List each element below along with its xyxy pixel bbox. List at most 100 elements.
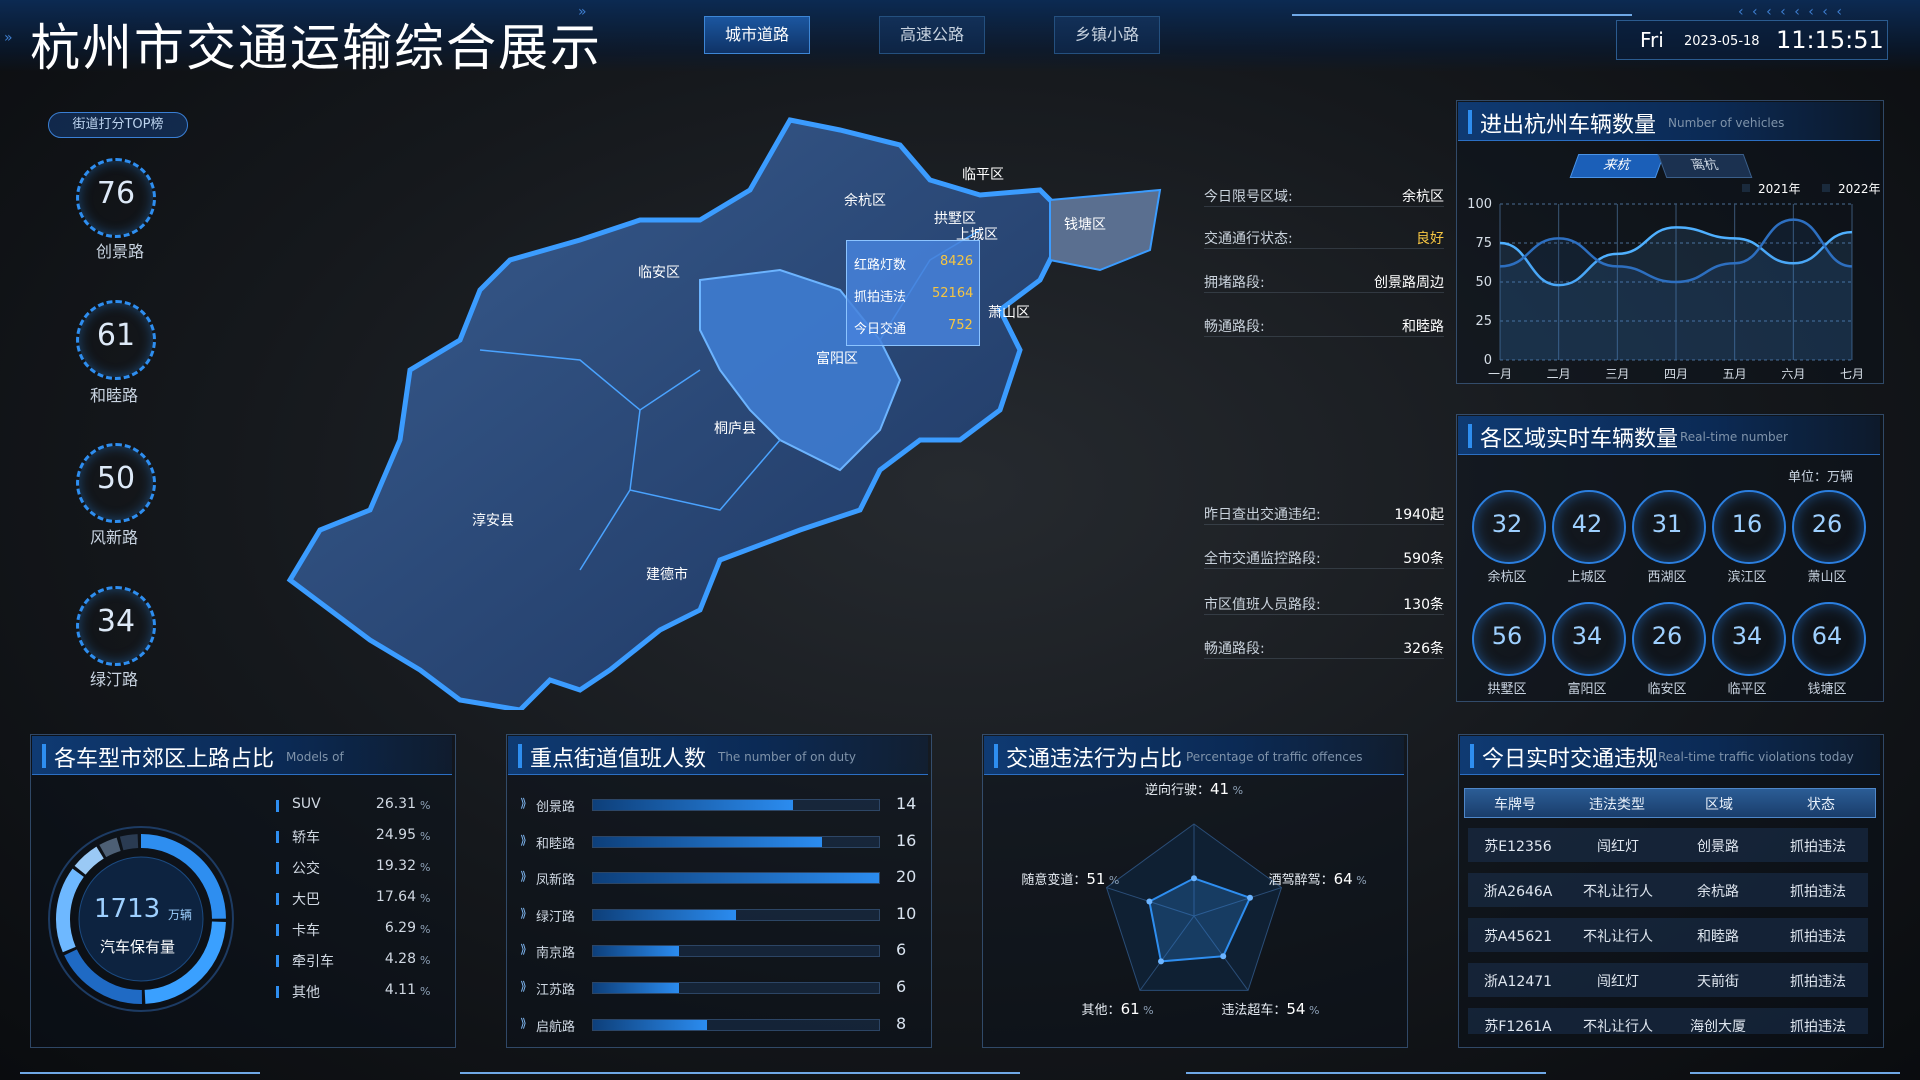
vehicle-type-unit: % <box>420 923 431 936</box>
column-header[interactable]: 车牌号 <box>1465 794 1565 814</box>
status-label: 市区值班人员路段: <box>1204 597 1321 613</box>
status-label: 拥堵路段: <box>1204 275 1265 291</box>
donut-slice <box>56 868 84 953</box>
map-label: 临平区 <box>962 167 1004 183</box>
y-tick-label: 0 <box>1484 353 1492 368</box>
duty-fill <box>593 873 879 884</box>
panel-header: 今日实时交通违规 Real-time traffic violations to… <box>1460 736 1880 775</box>
region-count: 31 <box>1651 510 1683 538</box>
region-name: 上城区 <box>1567 570 1607 585</box>
duty-count: 8 <box>896 1013 907 1033</box>
region-name: 富阳区 <box>1567 682 1607 697</box>
column-header[interactable]: 违法类型 <box>1567 794 1667 814</box>
chevron-right-icon: » <box>4 30 15 46</box>
radar-point <box>1246 894 1253 901</box>
duty-fill <box>593 946 679 957</box>
chevron-right-icon: ⟫ <box>520 1015 527 1030</box>
tab-town-roads[interactable]: 乡镇小路 <box>1054 16 1160 54</box>
tab-city-roads[interactable]: 城市道路 <box>704 16 810 54</box>
duty-track[interactable] <box>592 908 880 921</box>
table-row[interactable]: 浙A2646A 不礼让行人 余杭路 抓拍违法 <box>1468 873 1868 907</box>
panel-subtitle: Real-time number <box>1680 430 1788 444</box>
region-name: 西湖区 <box>1647 570 1687 585</box>
duty-track[interactable] <box>592 1018 880 1031</box>
popup-label: 抓拍违法 <box>854 290 907 305</box>
status-value-highlight: 良好 <box>1416 231 1444 247</box>
tab-highway[interactable]: 高速公路 <box>879 16 985 54</box>
panel-subtitle: Real-time traffic violations today <box>1658 750 1854 764</box>
table-row[interactable]: 苏E12356 闯红灯 创景路 抓拍违法 <box>1468 828 1868 862</box>
legend-marker <box>276 955 279 967</box>
footer-line <box>1690 1072 1900 1074</box>
vehicle-type-unit: % <box>420 985 431 998</box>
legend-marker <box>276 831 279 843</box>
radar-label-unit: % <box>1229 784 1243 797</box>
hangzhou-map[interactable] <box>280 110 1180 710</box>
map-label: 富阳区 <box>816 351 858 367</box>
duty-track[interactable] <box>592 799 880 811</box>
offences-radar-chart[interactable]: 逆向行驶：41 %酒驾醉驾：64 %违法超车：54 %其他：61 %随意变道：5… <box>982 780 1406 1040</box>
y-tick-label: 50 <box>1475 275 1492 290</box>
chevron-right-icon: ⟫ <box>520 942 527 957</box>
vehicle-type-value: 4.11 <box>384 982 416 998</box>
table-row[interactable]: 苏F1261A 不礼让行人 海创大厦 抓拍违法 <box>1468 1008 1868 1034</box>
region-name: 拱墅区 <box>1487 682 1527 697</box>
chevron-right-icon: ⟫ <box>520 796 527 810</box>
radar-label-value: 54 <box>1286 1000 1305 1018</box>
radar-label-name: 其他： <box>1082 1003 1121 1018</box>
x-tick-label: 七月 <box>1840 367 1864 380</box>
duty-track[interactable] <box>592 835 880 848</box>
region-count: 42 <box>1571 510 1603 538</box>
vehicle-type-unit: % <box>420 892 431 905</box>
table-cell: 闯红灯 <box>1597 839 1639 855</box>
table-row[interactable]: 浙A12471 闯红灯 天前街 抓拍违法 <box>1468 963 1868 997</box>
toggle-inbound-label: 来杭 <box>1601 158 1633 173</box>
y-tick-label: 25 <box>1475 314 1492 329</box>
radar-label-unit: % <box>1140 1004 1154 1017</box>
score-value: 50 <box>96 461 136 496</box>
map-label: 桐庐县 <box>714 421 756 437</box>
radar-point <box>1146 898 1153 905</box>
legend-marker <box>276 800 279 812</box>
toggle-inbound[interactable]: 来杭 <box>1569 154 1665 178</box>
table-row[interactable]: 苏A45621 不礼让行人 和睦路 抓拍违法 <box>1468 918 1868 952</box>
column-header[interactable]: 状态 <box>1771 794 1871 814</box>
radar-label-unit: % <box>1305 1004 1319 1017</box>
radar-label-unit: % <box>1353 874 1367 887</box>
radar-label: 随意变道：51 % <box>1021 870 1119 888</box>
panel-header: 各区域实时车辆数量 Real-time number <box>1458 416 1880 455</box>
toggle-outbound[interactable]: 离杭 <box>1657 154 1753 178</box>
panel-title: 交通违法行为占比 <box>1006 747 1183 772</box>
status-row: 畅通路段: 和睦路 <box>1204 316 1444 337</box>
duty-track[interactable] <box>592 872 880 885</box>
column-header[interactable]: 区域 <box>1669 794 1769 814</box>
radar-label: 酒驾醉驾：64 % <box>1269 870 1367 888</box>
table-cell: 浙A12471 <box>1483 974 1553 990</box>
vehicle-type-unit: % <box>420 799 431 812</box>
header-accent <box>1468 110 1472 134</box>
street-rank-tag[interactable]: 街道打分TOP榜 <box>48 112 188 138</box>
table-cell: 抓拍违法 <box>1790 1019 1846 1034</box>
street-name: 启航路 <box>536 1019 576 1035</box>
x-tick-label: 五月 <box>1723 367 1747 380</box>
header-accent <box>42 744 46 768</box>
status-value: 创景路周边 <box>1374 275 1444 291</box>
chevron-right-icon: » <box>578 4 589 20</box>
table-cell: 浙A2646A <box>1483 884 1553 900</box>
vehicle-type-value: 26.31 <box>375 796 416 812</box>
duty-count: 10 <box>896 903 917 923</box>
panel-subtitle: Number of vehicles <box>1668 116 1785 130</box>
table-cell: 抓拍违法 <box>1790 884 1846 900</box>
map-label: 钱塘区 <box>1064 217 1106 233</box>
vehicle-type-value: 6.29 <box>384 920 416 936</box>
duty-track[interactable] <box>592 945 880 958</box>
region-name: 临安区 <box>1647 682 1687 697</box>
vehicle-type-name: 牵引车 <box>292 954 334 970</box>
duty-track[interactable] <box>592 982 880 994</box>
x-tick-label: 二月 <box>1547 367 1571 380</box>
donut-slice <box>99 837 121 858</box>
vehicles-line-chart[interactable]: 0 25 50 75 100 一月 二月 三月 四月 五月 六月 七月 <box>1456 190 1882 380</box>
violations-table-body[interactable]: 苏E12356 闯红灯 创景路 抓拍违法 浙A2646A 不礼让行人 余杭路 抓拍违法 苏A45… <box>1464 828 1874 1034</box>
table-cell: 不礼让行人 <box>1583 929 1653 945</box>
panel-subtitle: Models of <box>286 750 344 764</box>
